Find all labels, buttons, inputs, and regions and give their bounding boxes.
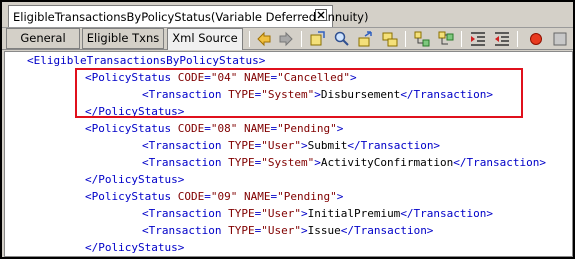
collapse-icon[interactable] [437,30,455,48]
stop-icon[interactable] [527,30,545,48]
tab-xml-source[interactable]: Xml Source [167,28,243,50]
tab-general[interactable]: General [6,28,80,49]
close-icon[interactable] [314,9,328,23]
nav-forward-icon[interactable] [277,30,295,48]
document-tab-strip: EligibleTransactionsByPolicyStatus(Varia… [2,2,573,28]
highlight-box [75,68,523,118]
document-tab[interactable]: EligibleTransactionsByPolicyStatus(Varia… [8,5,368,27]
outdent-icon[interactable] [493,30,511,48]
transaction-element: <Transaction TYPE="User">InitialPremium<… [142,207,494,220]
transaction-element: <Transaction TYPE="User">Submit</Transac… [142,139,441,152]
nav-back-icon[interactable] [255,30,273,48]
replace-icon[interactable] [381,30,399,48]
toolbar-separator [517,31,518,47]
go-to-icon[interactable] [357,30,375,48]
xml-root-open-tag: <EligibleTransactionsByPolicyStatus> [27,54,266,67]
toolbar-separator [301,31,302,47]
policy-status-close-tag: </PolicyStatus> [85,173,185,186]
window-frame: EligibleTransactionsByPolicyStatus(Varia… [0,0,575,259]
find-icon[interactable] [309,30,327,48]
policy-status-open-tag: <PolicyStatus CODE="09" NAME="Pending"> [85,190,344,203]
policy-status-open-tag: <PolicyStatus CODE="08" NAME="Pending"> [85,122,344,135]
toolbar-separator [461,31,462,47]
policy-status-close-tag: </PolicyStatus> [85,241,185,254]
expand-icon[interactable] [413,30,431,48]
indent-icon[interactable] [469,30,487,48]
tab-eligible-txns[interactable]: Eligible Txns [82,28,164,49]
transaction-element: <Transaction TYPE="System">ActivityConfi… [142,156,546,169]
find-next-icon[interactable] [333,30,351,48]
toolbar-separator [249,31,250,47]
toolbar-separator [405,31,406,47]
transaction-element: <Transaction TYPE="User">Issue</Transact… [142,224,434,237]
record-icon[interactable] [551,30,569,48]
toolbar: General Eligible Txns Xml Source [2,28,573,50]
xml-source-editor[interactable]: <EligibleTransactionsByPolicyStatus> <Pol… [4,51,573,257]
